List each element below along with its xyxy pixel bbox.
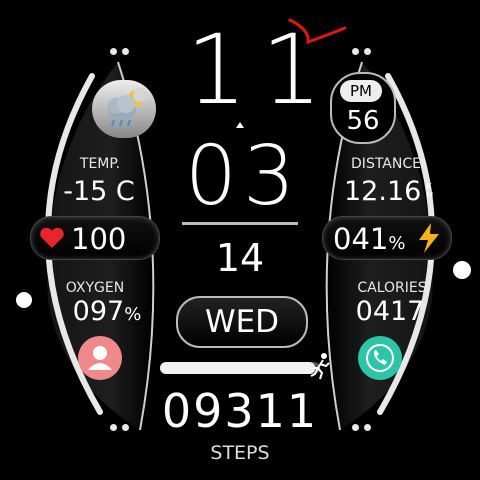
distance-readout: 12.16 KM bbox=[344, 176, 454, 207]
runner-icon bbox=[310, 353, 330, 380]
minute-display: 03 bbox=[184, 129, 302, 224]
bottom-left-dots bbox=[110, 424, 129, 431]
calories-value: 0417 bbox=[355, 296, 425, 327]
temp-value: -15 C bbox=[63, 176, 135, 207]
right-arc-knob bbox=[453, 261, 471, 279]
temp-label: TEMP. bbox=[79, 156, 121, 172]
battery-unit: % bbox=[388, 233, 406, 254]
battery-widget[interactable]: 041% bbox=[322, 216, 452, 260]
cloud-moon-rain-icon bbox=[108, 88, 147, 127]
distance-unit-m: M bbox=[426, 191, 434, 200]
top-left-dots bbox=[110, 48, 129, 55]
phone-icon bbox=[366, 344, 394, 372]
oxygen-unit: % bbox=[124, 304, 142, 325]
weather-button[interactable] bbox=[92, 80, 156, 138]
heart-rate-widget[interactable]: 100 bbox=[30, 216, 160, 260]
heart-rate-value: 100 bbox=[71, 222, 127, 256]
oxygen-label: OXYGEN bbox=[65, 280, 125, 296]
steps-progress-fill bbox=[160, 362, 316, 374]
ampm-seconds: 56 bbox=[346, 106, 380, 136]
heart-icon bbox=[40, 227, 64, 248]
weekday-button[interactable]: WED bbox=[176, 296, 308, 348]
calories-label: CALORIES bbox=[357, 280, 427, 296]
ampm-widget[interactable]: PM 56 bbox=[330, 72, 396, 144]
distance-unit-k: K bbox=[426, 182, 432, 191]
steps-label: STEPS bbox=[210, 442, 270, 464]
weekday-label: WED bbox=[204, 304, 280, 340]
contacts-button[interactable] bbox=[78, 336, 122, 380]
ampm-label: PM bbox=[340, 80, 382, 102]
distance-unit: KM bbox=[426, 182, 433, 200]
oxygen-readout: 097% bbox=[52, 296, 162, 327]
top-right-dots bbox=[352, 48, 371, 55]
phone-button[interactable] bbox=[358, 336, 402, 380]
second-display: 14 bbox=[215, 236, 265, 280]
steps-value: 09311 bbox=[161, 384, 319, 438]
left-arc-knob bbox=[16, 292, 32, 308]
lightning-icon bbox=[419, 223, 439, 253]
battery-value: 041 bbox=[333, 222, 389, 256]
distance-label: DISTANCE bbox=[351, 156, 421, 172]
battery-readout: 041% bbox=[333, 222, 423, 256]
bottom-right-dots bbox=[352, 424, 371, 431]
distance-value: 12.16 bbox=[344, 176, 422, 207]
hour-display: 11 bbox=[186, 14, 337, 126]
person-icon bbox=[88, 346, 112, 370]
oxygen-value: 097 bbox=[72, 296, 125, 327]
